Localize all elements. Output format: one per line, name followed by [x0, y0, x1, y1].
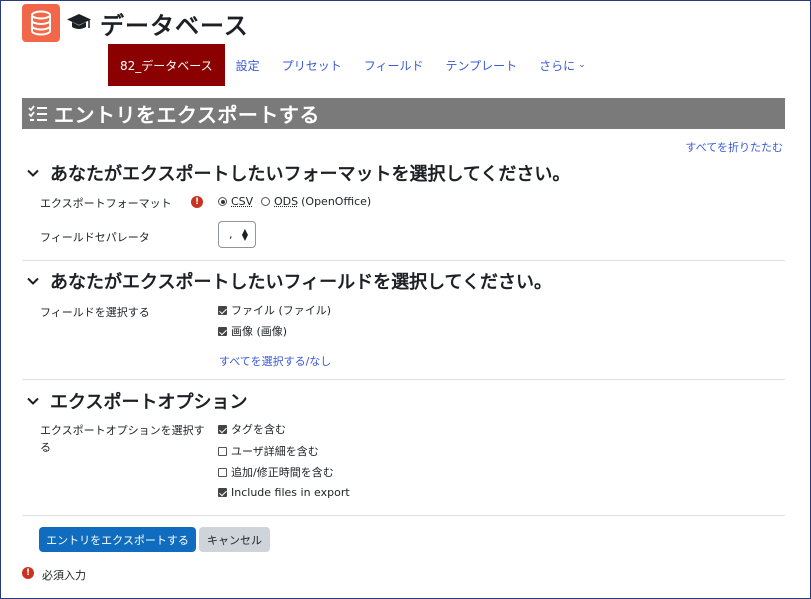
radio-ods-button[interactable] — [261, 197, 270, 206]
chevron-down-icon: ⌄ — [578, 60, 586, 70]
select-fields-label: フィールドを選択する — [40, 306, 150, 319]
export-format-label: エクスポートフォーマット — [40, 197, 172, 210]
radio-csv-button[interactable] — [218, 197, 227, 206]
divider — [22, 260, 785, 261]
checkbox[interactable] — [218, 326, 227, 336]
divider — [22, 515, 785, 516]
separator-select[interactable]: , ▲ ▼ — [218, 221, 256, 248]
tab-templates[interactable]: テンプレート — [434, 44, 528, 86]
chevron-down-icon — [27, 169, 39, 177]
collapse-all-link[interactable]: すべてを折りたたむ — [685, 139, 783, 155]
export-options-label: エクスポートオプションを選択す る — [40, 422, 205, 456]
checkbox[interactable] — [218, 488, 227, 497]
section-fields-header[interactable]: あなたがエクスポートしたいフィールドを選択してください。 — [26, 268, 552, 294]
checkbox[interactable] — [218, 305, 227, 315]
page-title: エントリをエクスポートする — [54, 103, 320, 127]
option-include-files-label: Include files in export — [231, 486, 350, 499]
graduation-cap-icon — [66, 12, 92, 34]
chevron-down-icon — [27, 397, 39, 405]
checkbox[interactable] — [218, 446, 227, 456]
tab-more-label: さらに — [539, 58, 576, 73]
tab-more[interactable]: さらに ⌄ — [528, 44, 597, 86]
option-checkbox-include-files[interactable]: Include files in export — [218, 486, 350, 499]
checkbox[interactable] — [218, 424, 227, 434]
checklist-icon — [28, 104, 47, 121]
option-checkbox-times[interactable]: 追加/修正時間を含む — [218, 464, 334, 480]
select-all-none-link[interactable]: すべてを選択する/なし — [219, 353, 331, 369]
required-icon: ! — [191, 196, 203, 208]
radio-ods-label: ODS — [274, 195, 299, 208]
page-title-bar: エントリをエクスポートする — [22, 98, 785, 129]
field-checkbox-file[interactable]: ファイル (ファイル) — [218, 302, 331, 318]
section-format-header[interactable]: あなたがエクスポートしたいフォーマットを選択してください。 — [26, 160, 570, 186]
section-fields-heading: あなたがエクスポートしたいフィールドを選択してください。 — [50, 272, 553, 293]
option-user-details-label: ユーザ詳細を含む — [231, 445, 319, 458]
export-entries-button[interactable]: エントリをエクスポートする — [39, 527, 196, 552]
cancel-button[interactable]: キャンセル — [199, 527, 270, 552]
option-checkbox-user-details[interactable]: ユーザ詳細を含む — [218, 443, 319, 459]
option-times-label: 追加/修正時間を含む — [231, 466, 334, 479]
export-options-label-line2: る — [40, 441, 51, 454]
app-header: データベース — [22, 4, 249, 42]
app-title: データベース — [100, 11, 249, 40]
tab-settings[interactable]: 設定 — [225, 44, 271, 86]
secondary-navigation: 82_データベース 設定 プリセット フィールド テンプレート さらに ⌄ — [108, 44, 597, 86]
radio-ods-note: (OpenOffice) — [301, 195, 372, 208]
separator-label: フィールドセパレータ — [40, 231, 150, 244]
database-icon — [22, 4, 60, 42]
window-frame — [0, 0, 811, 599]
separator-value: , — [229, 228, 233, 241]
checkbox[interactable] — [218, 467, 227, 477]
field-checkbox-image[interactable]: 画像 (画像) — [218, 323, 287, 339]
option-tags-label: タグを含む — [231, 423, 286, 436]
tab-fields[interactable]: フィールド — [353, 44, 435, 86]
tab-database[interactable]: 82_データベース — [108, 44, 225, 86]
radio-csv[interactable]: CSV — [218, 195, 253, 208]
section-options-header[interactable]: エクスポートオプション — [26, 388, 247, 414]
tab-presets[interactable]: プリセット — [271, 44, 353, 86]
chevron-down-icon — [27, 277, 39, 285]
section-options-heading: エクスポートオプション — [50, 392, 248, 413]
field-file-label: ファイル (ファイル) — [231, 304, 332, 317]
section-format-heading: あなたがエクスポートしたいフォーマットを選択してください。 — [50, 164, 571, 185]
field-image-label: 画像 (画像) — [231, 325, 288, 338]
radio-ods[interactable]: ODS (OpenOffice) — [261, 195, 371, 208]
required-icon: ! — [22, 567, 34, 579]
radio-csv-label: CSV — [231, 195, 254, 208]
export-options-label-line1: エクスポートオプションを選択す — [40, 424, 205, 437]
option-checkbox-tags[interactable]: タグを含む — [218, 421, 286, 437]
required-note: 必須入力 — [42, 569, 86, 582]
select-arrows-icon: ▲ ▼ — [241, 226, 248, 242]
divider — [22, 379, 785, 380]
